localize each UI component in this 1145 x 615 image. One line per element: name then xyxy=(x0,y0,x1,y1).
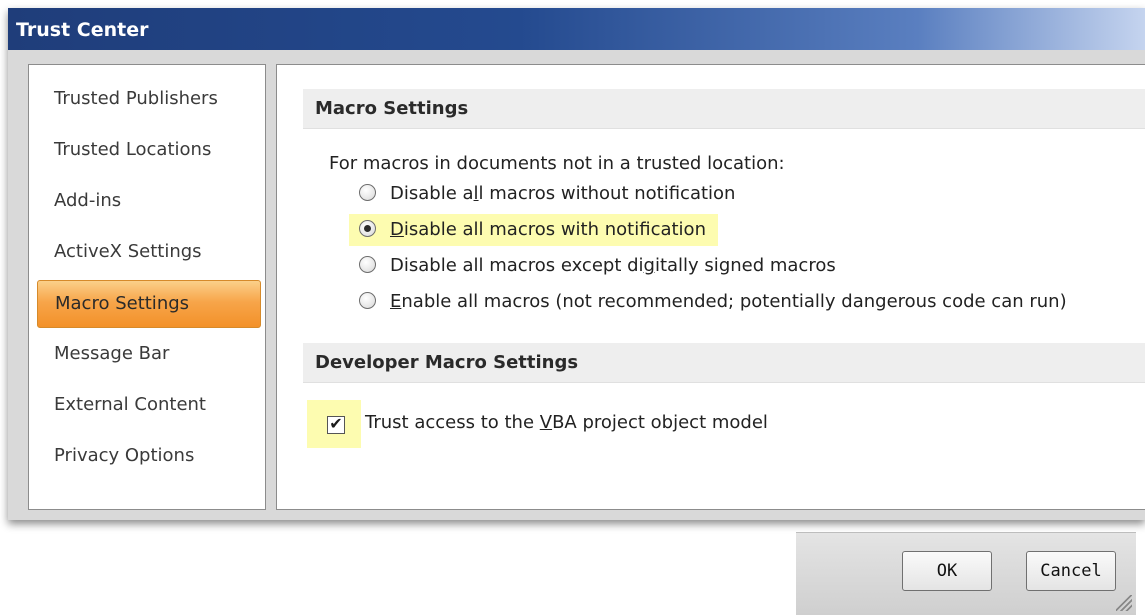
checkmark-icon: ✔ xyxy=(329,414,343,433)
cancel-button[interactable]: Cancel xyxy=(1026,551,1116,591)
button-bar: OK Cancel xyxy=(796,532,1136,615)
ok-button[interactable]: OK xyxy=(902,551,992,591)
sidebar-item-activex-settings[interactable]: ActiveX Settings xyxy=(37,229,261,277)
radio-button[interactable] xyxy=(359,255,376,273)
sidebar-item-message-bar[interactable]: Message Bar xyxy=(37,331,261,379)
sidebar-item-trusted-publishers[interactable]: Trusted Publishers xyxy=(37,76,261,124)
title-bar: Trust Center xyxy=(8,8,1145,50)
radio-button[interactable] xyxy=(359,291,376,309)
developer-settings-header: Developer Macro Settings xyxy=(303,343,1145,383)
sidebar: Trusted Publishers Trusted Locations Add… xyxy=(28,64,266,510)
macro-intro-text: For macros in documents not in a trusted… xyxy=(329,153,785,174)
sidebar-item-macro-settings[interactable]: Macro Settings xyxy=(37,280,261,328)
macro-settings-header: Macro Settings xyxy=(303,89,1145,129)
option-disable-without-notification[interactable]: Disable all macros without notification xyxy=(359,178,735,210)
sidebar-item-privacy-options[interactable]: Privacy Options xyxy=(37,433,261,481)
trust-center-dialog: Trust Center Trusted Publishers Trusted … xyxy=(8,8,1145,520)
trust-vba-checkbox[interactable]: ✔ xyxy=(327,414,345,434)
radio-button[interactable] xyxy=(359,183,376,201)
trust-vba-label[interactable]: Trust access to the VBA project object m… xyxy=(365,407,768,439)
radio-button-selected[interactable] xyxy=(359,219,376,237)
sidebar-item-external-content[interactable]: External Content xyxy=(37,382,261,430)
option-enable-all-macros[interactable]: Enable all macros (not recommended; pote… xyxy=(359,286,1067,318)
sidebar-item-trusted-locations[interactable]: Trusted Locations xyxy=(37,127,261,175)
content-panel: Macro Settings For macros in documents n… xyxy=(276,64,1145,510)
sidebar-item-add-ins[interactable]: Add-ins xyxy=(37,178,261,226)
option-disable-except-signed[interactable]: Disable all macros except digitally sign… xyxy=(359,250,836,282)
option-disable-with-notification[interactable]: Disable all macros with notification xyxy=(349,214,718,246)
resize-grip-icon[interactable] xyxy=(1116,595,1132,611)
